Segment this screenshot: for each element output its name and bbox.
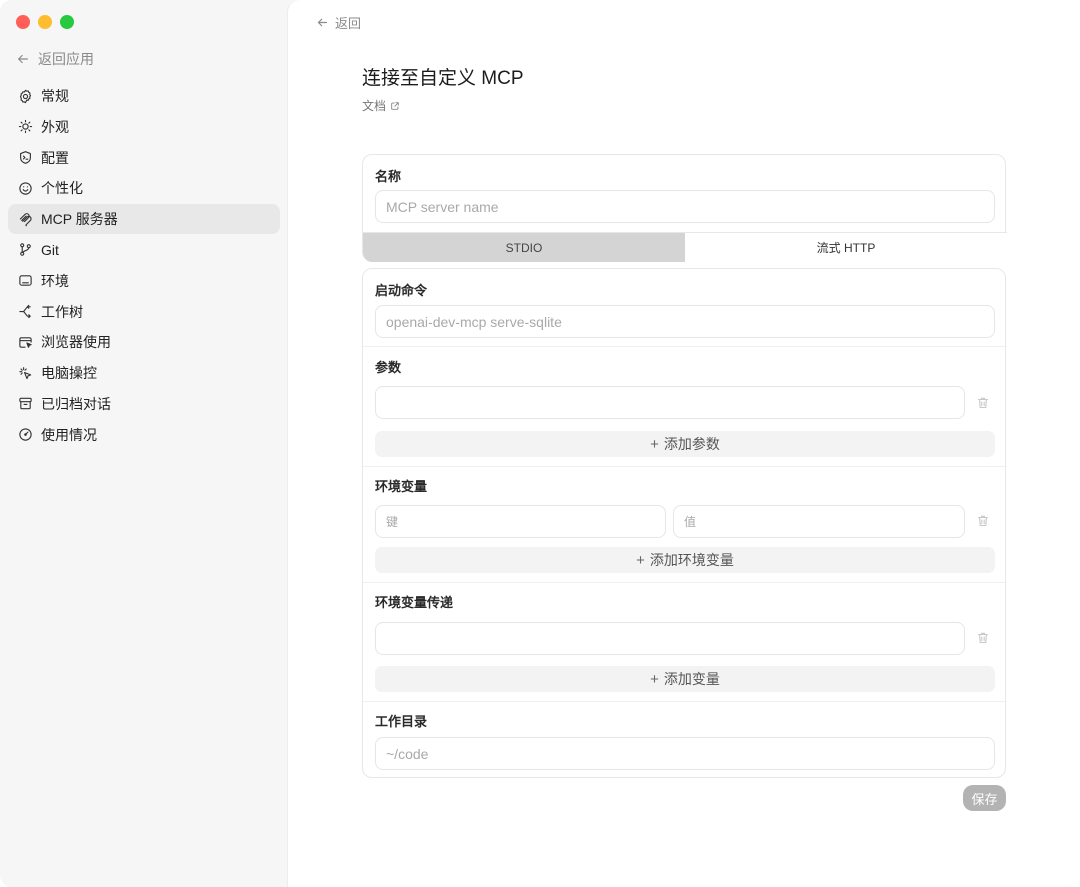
- sun-icon: [18, 120, 33, 134]
- sidebar-item-git[interactable]: Git: [8, 235, 280, 265]
- sidebar-item-mcp-servers[interactable]: MCP 服务器: [8, 204, 280, 235]
- arrow-left-icon: [18, 54, 28, 64]
- name-label: 名称: [375, 169, 402, 184]
- sidebar-item-label: 配置: [41, 149, 69, 166]
- sidebar-item-general[interactable]: 常规: [8, 81, 280, 111]
- sidebar-item-label: Git: [41, 241, 59, 258]
- stdio-config-card: 启动命令 参数 + 添加参数 环境变量 + 添加环境变量: [362, 268, 1007, 778]
- tab-stdio[interactable]: STDIO: [363, 233, 685, 262]
- trash-icon: [977, 632, 989, 644]
- add-env-button[interactable]: + 添加环境变量: [375, 547, 995, 573]
- sidebar-item-label: 常规: [41, 88, 69, 104]
- sidebar-item-usage[interactable]: 使用情况: [8, 420, 280, 450]
- sidebar-item-computer-control[interactable]: 电脑操控: [8, 358, 280, 388]
- sidebar-item-browser-use[interactable]: 浏览器使用: [8, 327, 280, 357]
- env-passthrough-input[interactable]: [375, 622, 965, 655]
- env-label: 环境变量: [375, 479, 428, 494]
- divider: [363, 582, 1007, 583]
- arg-input[interactable]: [375, 386, 965, 419]
- minimize-window-button[interactable]: [38, 15, 52, 29]
- monitor-icon: [19, 275, 32, 287]
- external-link-icon: [391, 101, 399, 110]
- plus-icon: +: [650, 670, 659, 688]
- gauge-icon: [19, 428, 32, 441]
- zoom-window-button[interactable]: [60, 15, 74, 29]
- settings-nav: 常规 外观 配置 个性化 MCP 服务器 Git 环境 工作树 浏览器使用 电脑…: [8, 81, 280, 451]
- transport-tabs: STDIO 流式 HTTP: [363, 232, 1007, 262]
- plus-icon: +: [636, 551, 645, 569]
- main-panel: 返回 连接至自定义 MCP 文档 名称 STDIO 流式 HTTP 启动命令 参…: [288, 0, 1080, 887]
- sidebar-item-label: MCP 服务器: [41, 211, 118, 228]
- git-branch-icon: [20, 243, 31, 257]
- sidebar-item-label: 环境: [41, 272, 69, 289]
- gear-icon: [19, 89, 32, 103]
- divider: [363, 346, 1007, 347]
- add-arg-button[interactable]: + 添加参数: [375, 431, 995, 457]
- tab-streamable-http[interactable]: 流式 HTTP: [685, 233, 1007, 262]
- back-link[interactable]: 返回: [316, 12, 361, 32]
- docs-link[interactable]: 文档: [362, 97, 400, 114]
- back-to-app-label: 返回应用: [38, 51, 94, 67]
- delete-passthrough-button[interactable]: [976, 631, 990, 645]
- sidebar-item-label: 浏览器使用: [41, 334, 111, 351]
- sidebar-item-archived-chats[interactable]: 已归档对话: [8, 389, 280, 419]
- delete-arg-button[interactable]: [976, 396, 990, 410]
- click-sparkle-icon: [19, 366, 32, 379]
- sidebar-item-worktree[interactable]: 工作树: [8, 297, 280, 327]
- docs-link-label: 文档: [362, 99, 387, 113]
- args-label: 参数: [375, 360, 402, 375]
- command-input[interactable]: [375, 305, 995, 338]
- sidebar-item-config[interactable]: 配置: [8, 143, 280, 173]
- sidebar-item-label: 电脑操控: [41, 365, 97, 382]
- name-card: 名称 STDIO 流式 HTTP: [362, 154, 1007, 262]
- back-link-label: 返回: [335, 15, 362, 31]
- sidebar-item-label: 使用情况: [41, 426, 97, 443]
- add-arg-label: 添加参数: [663, 436, 720, 452]
- terminal-shield-icon: [20, 151, 31, 164]
- smile-icon: [19, 182, 32, 195]
- browser-cursor-icon: [19, 337, 32, 348]
- add-passthrough-button[interactable]: + 添加变量: [375, 666, 995, 692]
- env-key-input[interactable]: [375, 505, 666, 538]
- delete-env-button[interactable]: [976, 514, 990, 528]
- command-label: 启动命令: [375, 283, 428, 298]
- trash-icon: [977, 515, 989, 527]
- env-value-input[interactable]: [673, 505, 965, 538]
- plus-icon: +: [650, 435, 659, 453]
- divider: [363, 466, 1007, 467]
- sidebar-item-label: 工作树: [41, 303, 83, 320]
- close-window-button[interactable]: [16, 15, 30, 29]
- add-passthrough-label: 添加变量: [663, 671, 720, 687]
- back-to-app-link[interactable]: 返回应用: [16, 48, 94, 70]
- archive-icon: [19, 398, 32, 410]
- arrow-left-icon: [317, 18, 328, 26]
- sidebar-item-label: 外观: [41, 118, 69, 135]
- env-passthrough-label: 环境变量传递: [375, 595, 454, 610]
- page-title: 连接至自定义 MCP: [362, 68, 524, 89]
- sidebar-item-label: 已归档对话: [41, 395, 111, 412]
- window-controls: [16, 15, 74, 29]
- sidebar-item-appearance[interactable]: 外观: [8, 112, 280, 142]
- app-window: 返回应用 常规 外观 配置 个性化 MCP 服务器 Git 环境 工作树 浏览器…: [0, 0, 1080, 887]
- worktree-icon: [19, 304, 31, 319]
- sidebar-item-personalization[interactable]: 个性化: [8, 173, 280, 203]
- server-name-input[interactable]: [375, 190, 995, 223]
- add-env-label: 添加环境变量: [649, 552, 734, 568]
- trash-icon: [977, 397, 989, 409]
- divider: [363, 701, 1007, 702]
- sidebar: 返回应用 常规 外观 配置 个性化 MCP 服务器 Git 环境 工作树 浏览器…: [0, 0, 288, 887]
- save-button[interactable]: 保存: [963, 785, 1006, 811]
- workdir-label: 工作目录: [375, 714, 428, 729]
- sidebar-item-environment[interactable]: 环境: [8, 266, 280, 296]
- workdir-input[interactable]: [375, 737, 995, 770]
- sidebar-item-label: 个性化: [41, 180, 83, 197]
- mcp-icon: [19, 212, 32, 227]
